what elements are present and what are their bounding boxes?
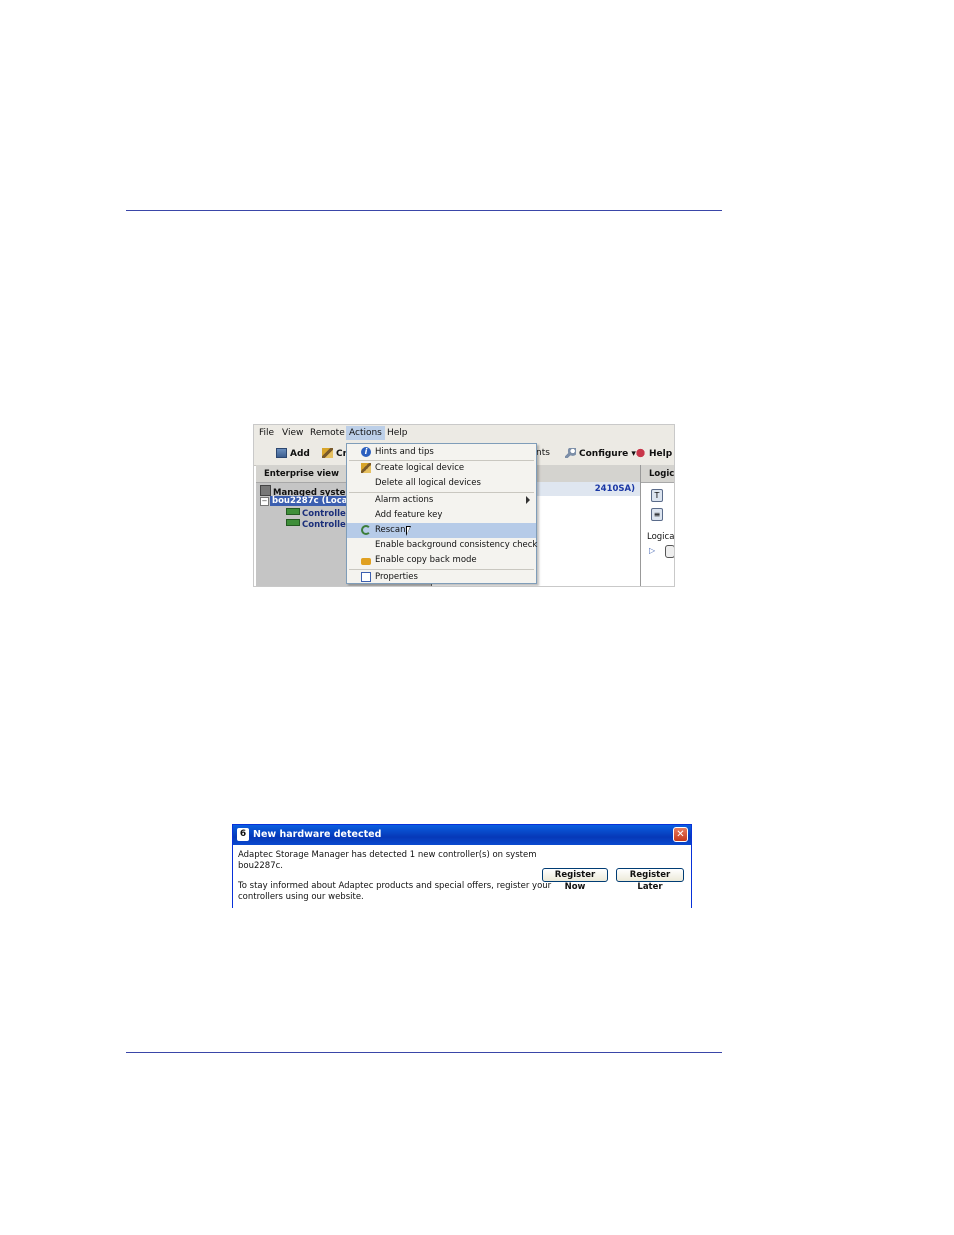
- menu-help[interactable]: Help: [387, 428, 408, 438]
- menu-item-add-feature-key[interactable]: Add feature key: [347, 508, 536, 523]
- collapse-icon[interactable]: −: [260, 497, 269, 506]
- create-button[interactable]: Cr: [322, 448, 347, 459]
- menu-file[interactable]: File: [259, 428, 274, 438]
- wizard-wand-icon: [361, 463, 371, 473]
- menu-item-rescan[interactable]: Rescan: [347, 523, 536, 538]
- dialog-body: Adaptec Storage Manager has detected 1 n…: [233, 845, 691, 908]
- menu-item-create-logical-device[interactable]: Create logical device: [347, 461, 536, 476]
- new-hardware-dialog: 6 New hardware detected ✕ Adaptec Storag…: [232, 824, 692, 908]
- wrench-icon: [565, 448, 576, 458]
- app-icon: 6: [237, 828, 249, 841]
- menu-item-alarm-actions[interactable]: Alarm actions: [347, 493, 536, 508]
- close-button[interactable]: ✕: [673, 827, 688, 842]
- list-view-icon[interactable]: ≡: [651, 508, 663, 521]
- dialog-message-line4: controllers using our website.: [238, 892, 364, 902]
- configure-button[interactable]: Configure ▾: [565, 448, 636, 459]
- controller-icon: [286, 519, 300, 526]
- storage-manager-window: File View Remote Actions Help Add Cr nts…: [253, 424, 675, 587]
- add-button[interactable]: Add: [276, 448, 310, 459]
- dialog-message-line2: bou2287c.: [238, 861, 283, 871]
- lock-icon: [361, 558, 371, 565]
- actions-menu: i Hints and tips Create logical device D…: [346, 443, 537, 584]
- menu-item-enable-background-consistency-check[interactable]: Enable background consistency check: [347, 538, 537, 553]
- dialog-title: New hardware detected: [253, 829, 382, 840]
- logical-drive-icon[interactable]: [665, 545, 674, 558]
- add-system-icon: [276, 448, 287, 458]
- dialog-message-line3: To stay informed about Adaptec products …: [238, 881, 552, 891]
- logical-devices-header: Logica: [641, 465, 674, 483]
- menu-remote[interactable]: Remote: [310, 428, 345, 438]
- properties-icon: [361, 572, 371, 582]
- dialog-titlebar: 6 New hardware detected ✕: [233, 825, 691, 845]
- tree-system-bou2287c[interactable]: bou2287c (Loca: [270, 496, 350, 506]
- menu-item-hints-and-tips[interactable]: i Hints and tips: [347, 445, 536, 460]
- managed-systems-icon: [260, 485, 271, 496]
- expand-arrow-icon[interactable]: ▷: [649, 546, 655, 555]
- top-rule: [126, 210, 722, 211]
- logical-devices-label: Logical: [647, 532, 675, 542]
- logical-devices-pane: Logica T≡ Logical ▷: [640, 465, 675, 586]
- menu-view[interactable]: View: [282, 428, 303, 438]
- submenu-arrow-icon: [526, 496, 530, 504]
- dialog-message-line1: Adaptec Storage Manager has detected 1 n…: [238, 850, 537, 860]
- mouse-cursor-icon: [406, 526, 411, 536]
- menu-item-properties[interactable]: Properties: [347, 570, 536, 585]
- controller-icon: [286, 508, 300, 515]
- info-icon: i: [361, 447, 371, 457]
- events-button[interactable]: nts: [536, 448, 550, 458]
- view-buttons: T≡: [651, 483, 674, 521]
- close-icon: ✕: [676, 829, 685, 840]
- bottom-rule: [126, 1052, 722, 1053]
- help-icon: [635, 448, 646, 458]
- menu-bar: File View Remote Actions Help: [254, 425, 674, 443]
- menu-actions[interactable]: Actions: [346, 426, 385, 440]
- rescan-icon: [361, 525, 371, 535]
- register-later-button[interactable]: Register Later: [616, 868, 684, 892]
- register-now-button[interactable]: Register Now: [542, 868, 608, 892]
- text-view-icon[interactable]: T: [651, 489, 663, 502]
- menu-item-enable-copy-back-mode[interactable]: Enable copy back mode: [347, 553, 536, 568]
- help-button[interactable]: Help: [635, 448, 672, 459]
- wizard-wand-icon: [322, 448, 333, 458]
- menu-item-delete-all-logical-devices[interactable]: Delete all logical devices: [347, 476, 536, 491]
